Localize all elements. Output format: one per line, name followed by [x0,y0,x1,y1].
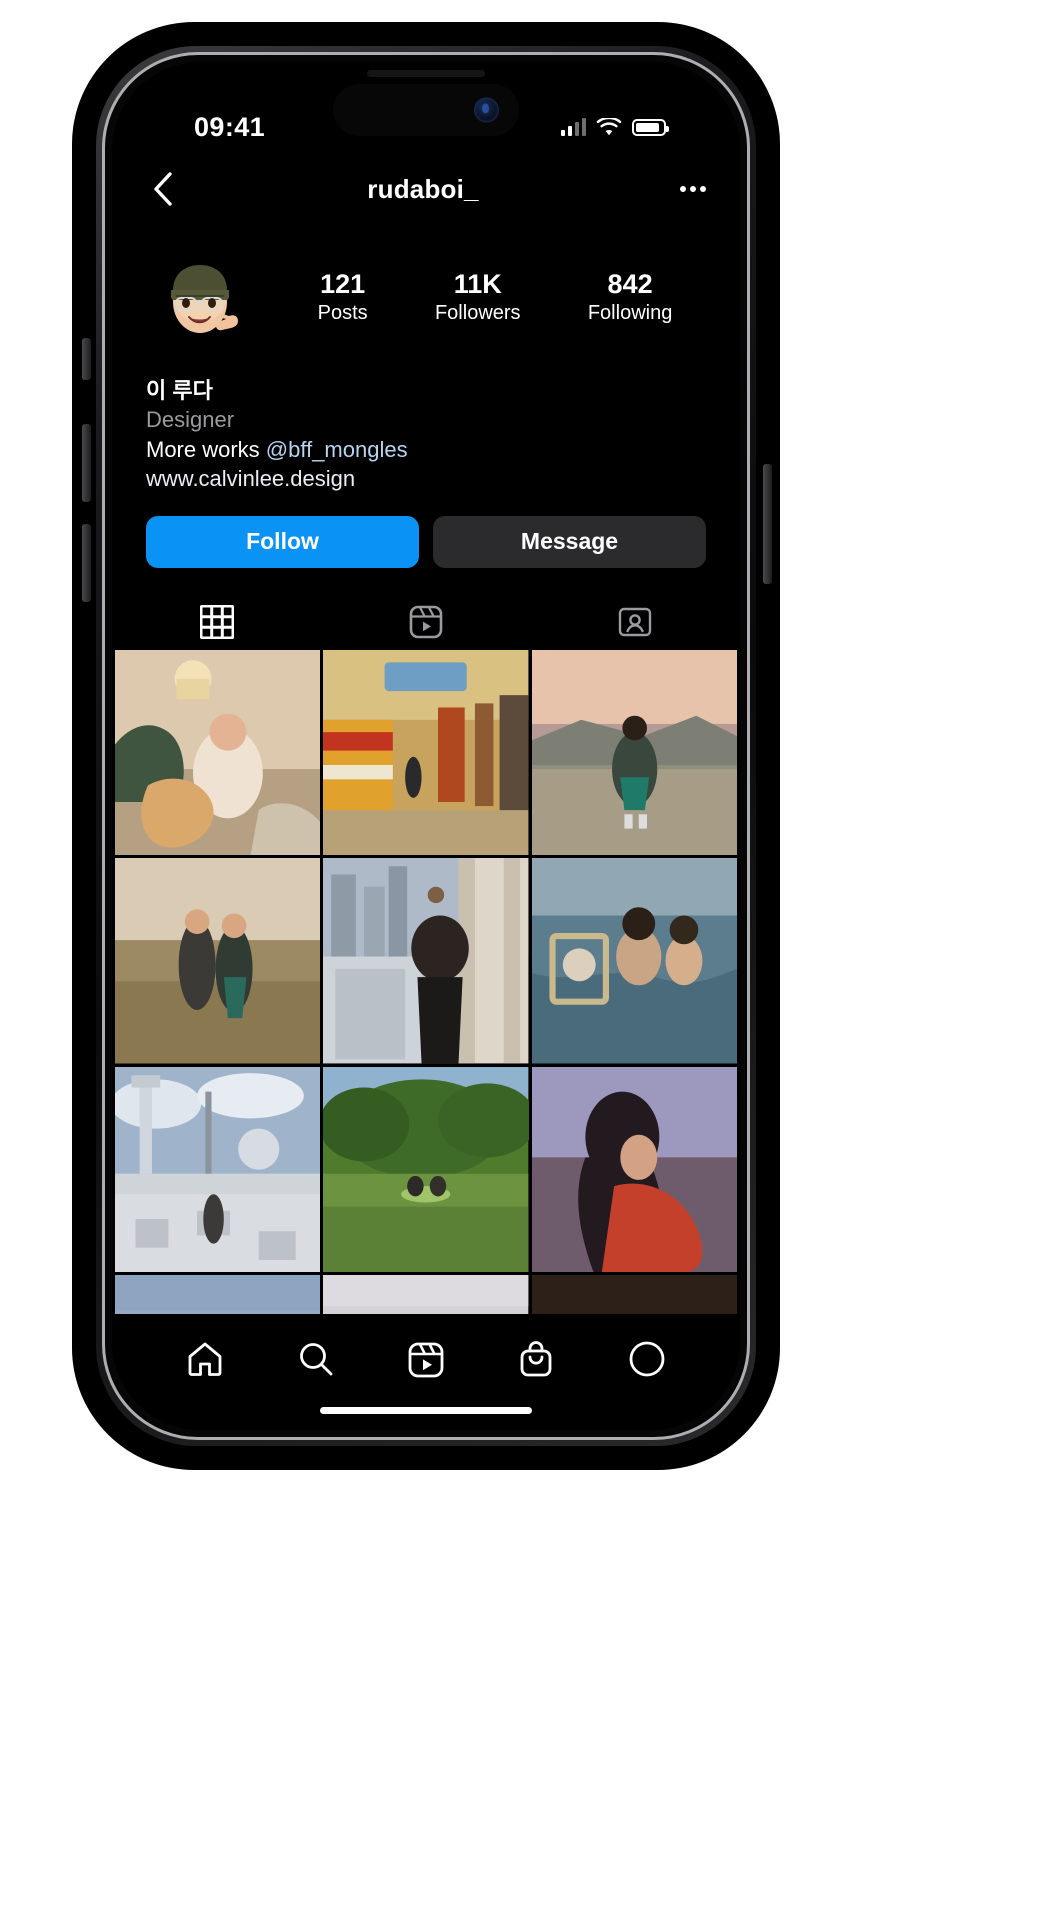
screenshot-canvas: 09:41 rudaboi_ 121 Posts 11K Followers 8… [0,0,1058,1910]
post-thumbnail [115,1066,321,1272]
post-thumbnail [323,1066,529,1272]
reels-icon [408,1342,444,1378]
back-button[interactable] [146,172,180,206]
tab-tagged[interactable] [531,594,740,650]
post-grid [112,649,740,1333]
battery-icon [632,118,669,136]
stat-label: Followers [434,302,521,325]
nav-reels[interactable] [371,1340,481,1378]
grid-post[interactable] [115,858,321,1064]
stat-following[interactable]: 842 Following [588,269,672,328]
search-icon [299,1343,333,1376]
volume-down-button[interactable] [82,524,91,602]
memoji-avatar-icon [171,265,238,333]
profile-header: 121 Posts 11K Followers 842 Following [112,220,740,350]
shop-bag-icon [521,1341,552,1377]
bio-website-link[interactable]: www.calvinlee.design [146,464,706,493]
more-options-icon-dot [680,186,686,192]
page-title: rudaboi_ [367,173,479,204]
stat-followers[interactable]: 11K Followers [435,269,521,328]
reels-icon [409,605,443,639]
navigation-header: rudaboi_ [112,158,740,220]
nav-home[interactable] [150,1340,260,1378]
stat-value: 11K [453,268,502,299]
more-options-icon-dot [690,186,696,192]
nav-shop[interactable] [481,1340,591,1378]
grid-post[interactable] [323,1066,529,1272]
bio-category: Designer [146,407,235,433]
stat-posts[interactable]: 121 Posts [318,269,368,328]
grid-post[interactable] [323,858,529,1064]
profile-bio: 이 루다 Designer More works @bff_mongles ww… [112,350,740,494]
follow-button[interactable]: Follow [146,515,419,568]
stat-label: Posts [317,302,368,325]
bio-description-text: More works [146,436,266,462]
bio-mention-link[interactable]: @bff_mongles [266,437,408,462]
grid-post[interactable] [531,649,737,856]
tab-grid[interactable] [112,594,321,650]
message-button[interactable]: Message [433,515,706,568]
profile-circle-icon [629,1341,665,1377]
tagged-icon [619,607,652,637]
nav-profile[interactable] [592,1340,702,1378]
cellular-signal-icon [560,118,586,136]
more-options-button[interactable] [666,186,706,192]
grid-post[interactable] [531,1066,737,1272]
profile-tabs [112,594,740,650]
post-thumbnail [531,858,737,1064]
chevron-left-icon [154,172,172,206]
avatar[interactable] [154,246,258,350]
post-thumbnail [115,858,321,1064]
grid-post[interactable] [115,1066,321,1272]
stat-label: Following [587,302,673,325]
post-thumbnail [115,649,321,856]
wifi-icon [596,117,622,135]
nav-search[interactable] [260,1340,370,1378]
bio-description: More works @bff_mongles [146,435,706,464]
tab-reels[interactable] [321,594,530,650]
silent-switch[interactable] [82,338,91,380]
power-button[interactable] [763,464,772,584]
volume-up-button[interactable] [82,424,91,502]
status-bar: 09:41 [112,62,740,158]
grid-post[interactable] [531,858,737,1064]
grid-post[interactable] [323,649,529,856]
home-icon [188,1342,222,1376]
stat-value: 121 [320,268,366,299]
grid-post[interactable] [115,649,321,856]
profile-actions: Follow Message [112,494,740,568]
grid-icon [199,604,234,639]
post-thumbnail [323,649,529,856]
profile-stats: 121 Posts 11K Followers 842 Following [258,269,706,328]
stat-value: 842 [607,268,653,299]
status-time: 09:41 [194,111,266,142]
post-thumbnail [531,649,737,856]
phone-screen: 09:41 rudaboi_ 121 Posts 11K Followers 8… [112,62,740,1430]
post-thumbnail [531,1066,737,1272]
status-icons [560,117,669,137]
home-indicator[interactable] [320,1407,532,1414]
bio-display-name: 이 루다 [146,378,213,403]
more-options-icon-dot [700,186,706,192]
post-thumbnail [323,858,529,1064]
